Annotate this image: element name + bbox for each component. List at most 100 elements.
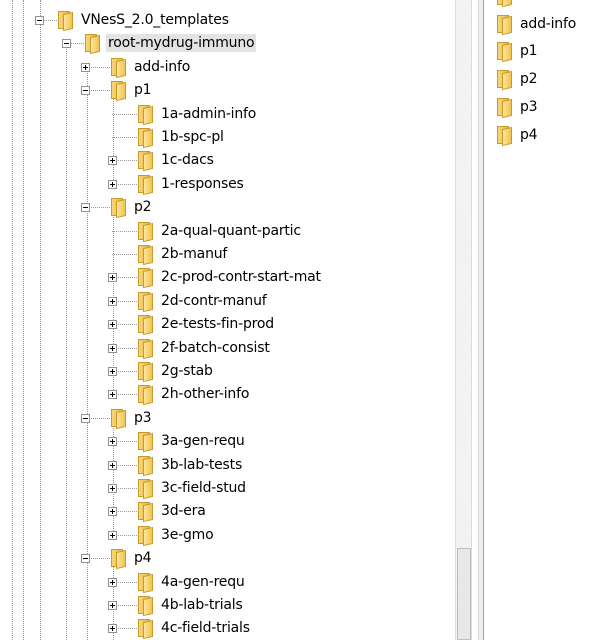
tree-node-label: 3d-era (161, 502, 206, 519)
tree-node[interactable]: 1c-dacs (137, 148, 216, 171)
tree-node[interactable]: p1 (110, 78, 153, 101)
folder-icon (137, 150, 153, 171)
plus-box-icon[interactable] (108, 344, 117, 353)
tree-vertical-scrollbar[interactable] (455, 0, 472, 640)
tree-node-label: 2f-batch-consist (161, 339, 270, 356)
tree-line-vertical (113, 96, 114, 184)
folder-icon (137, 221, 153, 242)
folder-icon (137, 314, 153, 335)
folder-icon (110, 80, 126, 101)
tree-node-label: 1c-dacs (161, 151, 214, 168)
tree-node-label: 1b-spc-pl (161, 128, 224, 145)
tree-node[interactable]: p4 (110, 546, 153, 569)
folder-icon (137, 291, 153, 312)
tree-node[interactable]: p3 (110, 406, 153, 429)
tree-node-label: 4a-gen-requ (161, 573, 245, 590)
tree-node-label: p3 (134, 409, 152, 426)
tree-node[interactable]: 2f-batch-consist (137, 336, 272, 359)
folder-icon (137, 618, 153, 639)
tree-node[interactable]: 1a-admin-info (137, 102, 258, 125)
folder-icon (110, 548, 126, 569)
minus-box-icon[interactable] (62, 39, 71, 48)
plus-box-icon[interactable] (81, 63, 90, 72)
tree-node[interactable]: p2 (110, 195, 153, 218)
tree-node[interactable]: 2b-manuf (137, 242, 229, 265)
plus-box-icon[interactable] (108, 601, 117, 610)
plus-box-icon[interactable] (108, 156, 117, 165)
plus-box-icon[interactable] (108, 624, 117, 633)
folder-icon (137, 338, 153, 359)
plus-box-icon[interactable] (108, 273, 117, 282)
tree-node[interactable]: 2e-tests-fin-prod (137, 312, 276, 335)
folder-icon (57, 10, 73, 31)
minus-box-icon[interactable] (81, 86, 90, 95)
plus-box-icon[interactable] (108, 531, 117, 540)
folder-icon (496, 125, 512, 146)
folder-icon (137, 361, 153, 382)
minus-box-icon[interactable] (81, 203, 90, 212)
tree-node-label: p2 (134, 198, 152, 215)
file-list-item[interactable]: p2 (496, 67, 539, 90)
file-list-item[interactable]: .. (496, 0, 531, 7)
tree-node[interactable]: 2g-stab (137, 359, 215, 382)
tree-line-vertical (12, 0, 13, 640)
folder-icon (137, 244, 153, 265)
tree-node[interactable]: add-info (110, 55, 192, 78)
plus-box-icon[interactable] (108, 507, 117, 516)
tree-node[interactable]: root-mydrug-immuno (84, 31, 257, 54)
tree-line-horizontal (112, 231, 137, 232)
tree-node[interactable]: 4a-gen-requ (137, 570, 247, 593)
tree-node-label: p4 (134, 549, 152, 566)
plus-box-icon[interactable] (108, 180, 117, 189)
tree-node-label: 4b-lab-trials (161, 596, 243, 613)
tree-node[interactable]: 2h-other-info (137, 382, 251, 405)
tree-node[interactable]: 3e-gmo (137, 523, 215, 546)
tree-node[interactable]: 2c-prod-contr-start-mat (137, 265, 323, 288)
file-list-label: add-info (520, 15, 577, 32)
tree-node-label: 4c-field-trials (161, 619, 250, 636)
tree-node[interactable]: 3a-gen-requ (137, 429, 247, 452)
tree-node[interactable]: 4b-lab-trials (137, 593, 245, 616)
tree-node-label: 2d-contr-manuf (161, 292, 267, 309)
tree-line-vertical (66, 43, 67, 640)
file-list-item[interactable]: p1 (496, 39, 539, 62)
tree-node[interactable]: 2d-contr-manuf (137, 289, 268, 312)
tree-node-label: add-info (134, 58, 191, 75)
tree-node[interactable]: 3c-field-stud (137, 476, 248, 499)
folder-icon (137, 384, 153, 405)
folder-icon (137, 572, 153, 593)
minus-box-icon[interactable] (81, 554, 90, 563)
tree-node[interactable]: 1b-spc-pl (137, 125, 226, 148)
file-list-item[interactable]: add-info (496, 12, 578, 35)
tree-node[interactable]: 4c-field-trials (137, 616, 252, 639)
tree-node-label: root-mydrug-immuno (106, 33, 257, 52)
file-list-label: p4 (520, 126, 538, 143)
tree-node-label: 3c-field-stud (161, 479, 246, 496)
folder-icon (84, 33, 100, 54)
plus-box-icon[interactable] (108, 437, 117, 446)
folder-icon (137, 174, 153, 195)
file-list-item[interactable]: p4 (496, 123, 539, 146)
plus-box-icon[interactable] (108, 367, 117, 376)
tree-line-vertical (23, 0, 24, 640)
tree-node-label: 2g-stab (161, 362, 213, 379)
scrollbar-thumb[interactable] (457, 548, 471, 640)
tree-node[interactable]: 1-responses (137, 172, 246, 195)
plus-box-icon[interactable] (108, 484, 117, 493)
tree-node-label: 2h-other-info (161, 385, 250, 402)
folder-icon (137, 501, 153, 522)
tree-node-label: 3e-gmo (161, 526, 214, 543)
minus-box-icon[interactable] (35, 16, 44, 25)
plus-box-icon[interactable] (108, 297, 117, 306)
folder-icon (110, 197, 126, 218)
tree-node[interactable]: 2a-qual-quant-partic (137, 219, 303, 242)
plus-box-icon[interactable] (108, 390, 117, 399)
tree-node[interactable]: 3d-era (137, 499, 208, 522)
minus-box-icon[interactable] (81, 414, 90, 423)
plus-box-icon[interactable] (108, 461, 117, 470)
tree-node[interactable]: VNesS_2.0_templates (57, 8, 231, 31)
tree-node[interactable]: 3b-lab-tests (137, 453, 244, 476)
plus-box-icon[interactable] (108, 578, 117, 587)
plus-box-icon[interactable] (108, 320, 117, 329)
file-list-item[interactable]: p3 (496, 95, 539, 118)
